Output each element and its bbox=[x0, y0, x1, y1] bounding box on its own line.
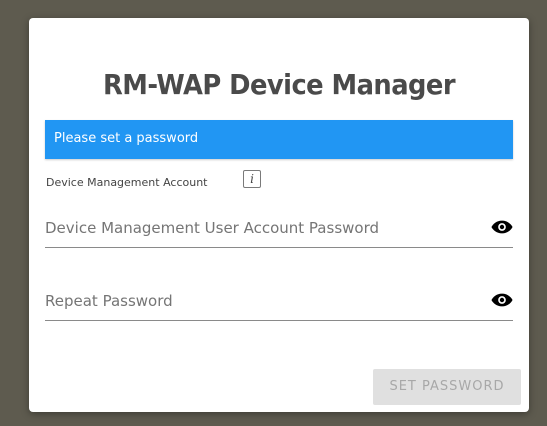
eye-icon[interactable] bbox=[491, 291, 513, 309]
info-banner: Please set a password bbox=[45, 120, 513, 159]
info-icon[interactable]: i bbox=[243, 170, 261, 188]
account-label: Device Management Account bbox=[46, 176, 208, 189]
password-setup-dialog: RM-WAP Device Manager Please set a passw… bbox=[29, 18, 529, 412]
repeat-password-field bbox=[45, 286, 513, 321]
repeat-password-input[interactable] bbox=[45, 286, 475, 316]
password-field bbox=[45, 213, 513, 248]
banner-message: Please set a password bbox=[54, 131, 199, 146]
password-input[interactable] bbox=[45, 213, 475, 243]
page-title: RM-WAP Device Manager bbox=[102, 68, 456, 101]
set-password-button[interactable]: SET PASSWORD bbox=[373, 369, 521, 405]
eye-icon[interactable] bbox=[491, 218, 513, 236]
